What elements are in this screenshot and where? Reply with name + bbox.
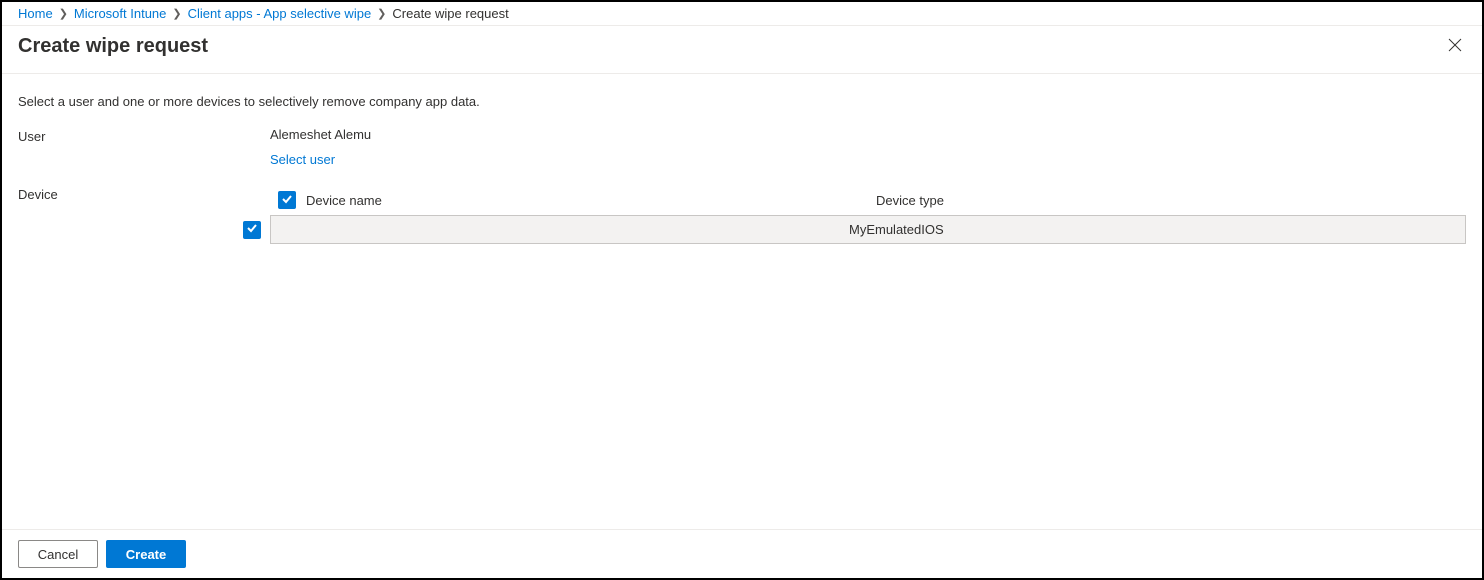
- breadcrumb-client-apps[interactable]: Client apps - App selective wipe: [188, 6, 372, 21]
- cancel-button[interactable]: Cancel: [18, 540, 98, 568]
- chevron-right-icon: ❯: [377, 7, 386, 20]
- column-device-type[interactable]: Device type: [876, 193, 1458, 208]
- breadcrumb-intune[interactable]: Microsoft Intune: [74, 6, 167, 21]
- device-type-cell: MyEmulatedIOS: [849, 222, 1457, 237]
- select-all-checkbox[interactable]: [278, 191, 296, 209]
- breadcrumb-current: Create wipe request: [392, 6, 508, 21]
- user-label: User: [18, 127, 270, 144]
- footer-bar: Cancel Create: [2, 529, 1482, 578]
- description-text: Select a user and one or more devices to…: [18, 94, 1466, 109]
- column-device-name[interactable]: Device name: [306, 193, 876, 208]
- device-table: Device name Device type MyEmulatedIOS: [270, 185, 1466, 244]
- check-icon: [281, 193, 293, 208]
- user-field: User Alemeshet Alemu Select user: [18, 127, 1466, 167]
- table-row[interactable]: MyEmulatedIOS: [270, 215, 1466, 244]
- close-icon: [1448, 39, 1462, 55]
- chevron-right-icon: ❯: [59, 7, 68, 20]
- check-icon: [246, 222, 258, 237]
- page-title: Create wipe request: [18, 35, 208, 58]
- device-field: Device Device name Device type: [18, 185, 1466, 244]
- page-header: Create wipe request: [2, 26, 1482, 74]
- user-name-value: Alemeshet Alemu: [270, 127, 1466, 142]
- device-label: Device: [18, 185, 270, 202]
- content-area: Select a user and one or more devices to…: [2, 74, 1482, 529]
- row-checkbox[interactable]: [243, 221, 261, 239]
- breadcrumb: Home ❯ Microsoft Intune ❯ Client apps - …: [2, 2, 1482, 26]
- create-button[interactable]: Create: [106, 540, 186, 568]
- close-button[interactable]: [1444, 34, 1466, 59]
- device-table-header: Device name Device type: [270, 185, 1466, 215]
- breadcrumb-home[interactable]: Home: [18, 6, 53, 21]
- chevron-right-icon: ❯: [172, 7, 181, 20]
- select-user-link[interactable]: Select user: [270, 152, 1466, 167]
